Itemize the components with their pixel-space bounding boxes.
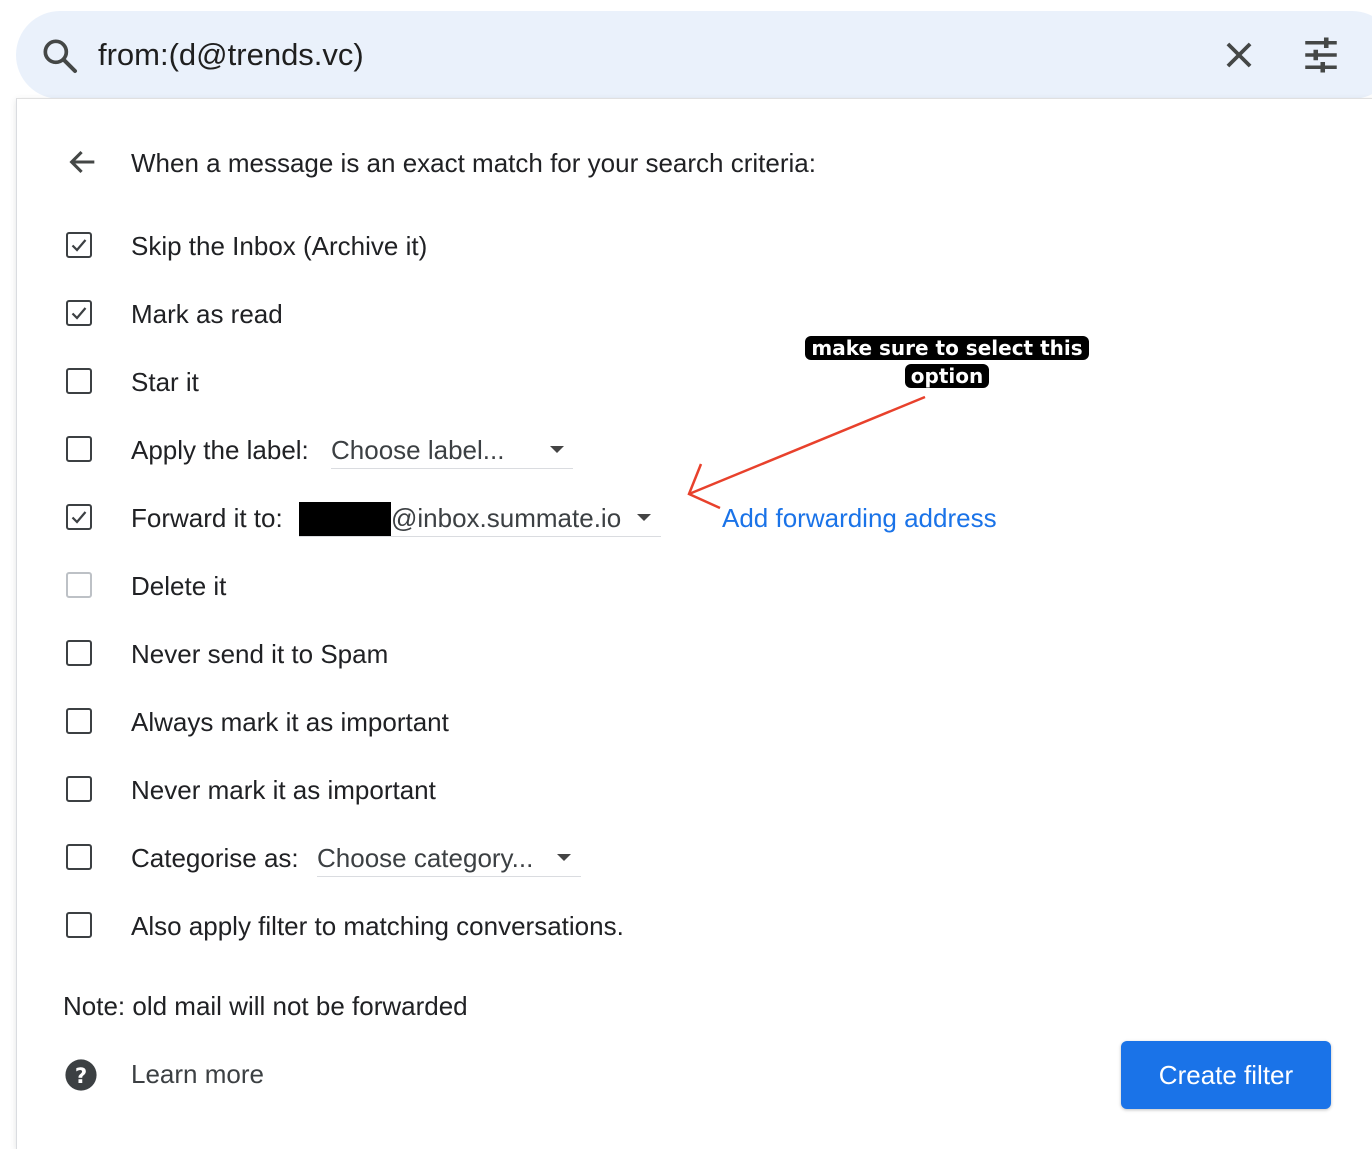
forward-address-value: @inbox.summate.io — [391, 503, 622, 533]
learn-more-link[interactable]: Learn more — [131, 1058, 264, 1090]
tune-icon[interactable] — [1300, 34, 1342, 76]
apply-label-label: Apply the label: — [131, 435, 309, 465]
choose-label-value: Choose label... — [331, 435, 505, 465]
choose-category-value: Choose category... — [317, 843, 534, 873]
search-input[interactable]: from:(d@trends.vc) — [98, 34, 364, 76]
search-icon[interactable] — [40, 36, 80, 76]
star-it-checkbox[interactable] — [66, 368, 92, 394]
mark-read-checkbox[interactable] — [66, 300, 92, 326]
arrow-back-icon[interactable] — [66, 145, 100, 179]
never-important-checkbox[interactable] — [66, 776, 92, 802]
apply-existing-checkbox[interactable] — [66, 912, 92, 938]
chevron-down-icon — [550, 446, 564, 453]
chevron-down-icon — [557, 854, 571, 861]
annotation-callout: make sure to select this option — [804, 334, 1090, 390]
skip-inbox-checkbox[interactable] — [66, 232, 92, 258]
apply-existing-label: Also apply filter to matching conversati… — [131, 911, 624, 941]
apply-label-checkbox[interactable] — [66, 436, 92, 462]
chevron-down-icon — [637, 514, 651, 521]
forward-checkbox[interactable] — [66, 504, 92, 530]
categorise-checkbox[interactable] — [66, 844, 92, 870]
always-important-label: Always mark it as important — [131, 707, 449, 737]
never-spam-label: Never send it to Spam — [131, 639, 389, 669]
choose-category-select[interactable]: Choose category... — [317, 842, 581, 877]
redacted-username — [299, 502, 391, 536]
skip-inbox-label: Skip the Inbox (Archive it) — [131, 231, 428, 261]
check-icon — [71, 239, 87, 252]
categorise-label: Categorise as: — [131, 843, 299, 873]
forwarding-note: Note: old mail will not be forwarded — [63, 991, 468, 1021]
annotation-callout-line2: option — [904, 364, 990, 388]
always-important-checkbox[interactable] — [66, 708, 92, 734]
create-filter-button[interactable]: Create filter — [1121, 1041, 1331, 1109]
annotation-callout-line1: make sure to select this — [805, 336, 1089, 360]
forward-label: Forward it to: — [131, 503, 283, 533]
mark-read-label: Mark as read — [131, 299, 283, 329]
annotation-arrow-icon — [687, 395, 926, 510]
never-spam-checkbox[interactable] — [66, 640, 92, 666]
criteria-heading: When a message is an exact match for you… — [131, 148, 816, 178]
help-icon: ? — [65, 1059, 97, 1091]
choose-label-select[interactable]: Choose label... — [331, 434, 573, 469]
never-important-label: Never mark it as important — [131, 775, 436, 805]
star-it-label: Star it — [131, 367, 199, 397]
check-icon — [71, 307, 87, 320]
delete-checkbox[interactable] — [66, 572, 92, 598]
delete-label: Delete it — [131, 571, 227, 601]
check-icon — [71, 511, 87, 524]
svg-text:?: ? — [75, 1064, 87, 1089]
close-icon[interactable] — [1220, 36, 1258, 74]
